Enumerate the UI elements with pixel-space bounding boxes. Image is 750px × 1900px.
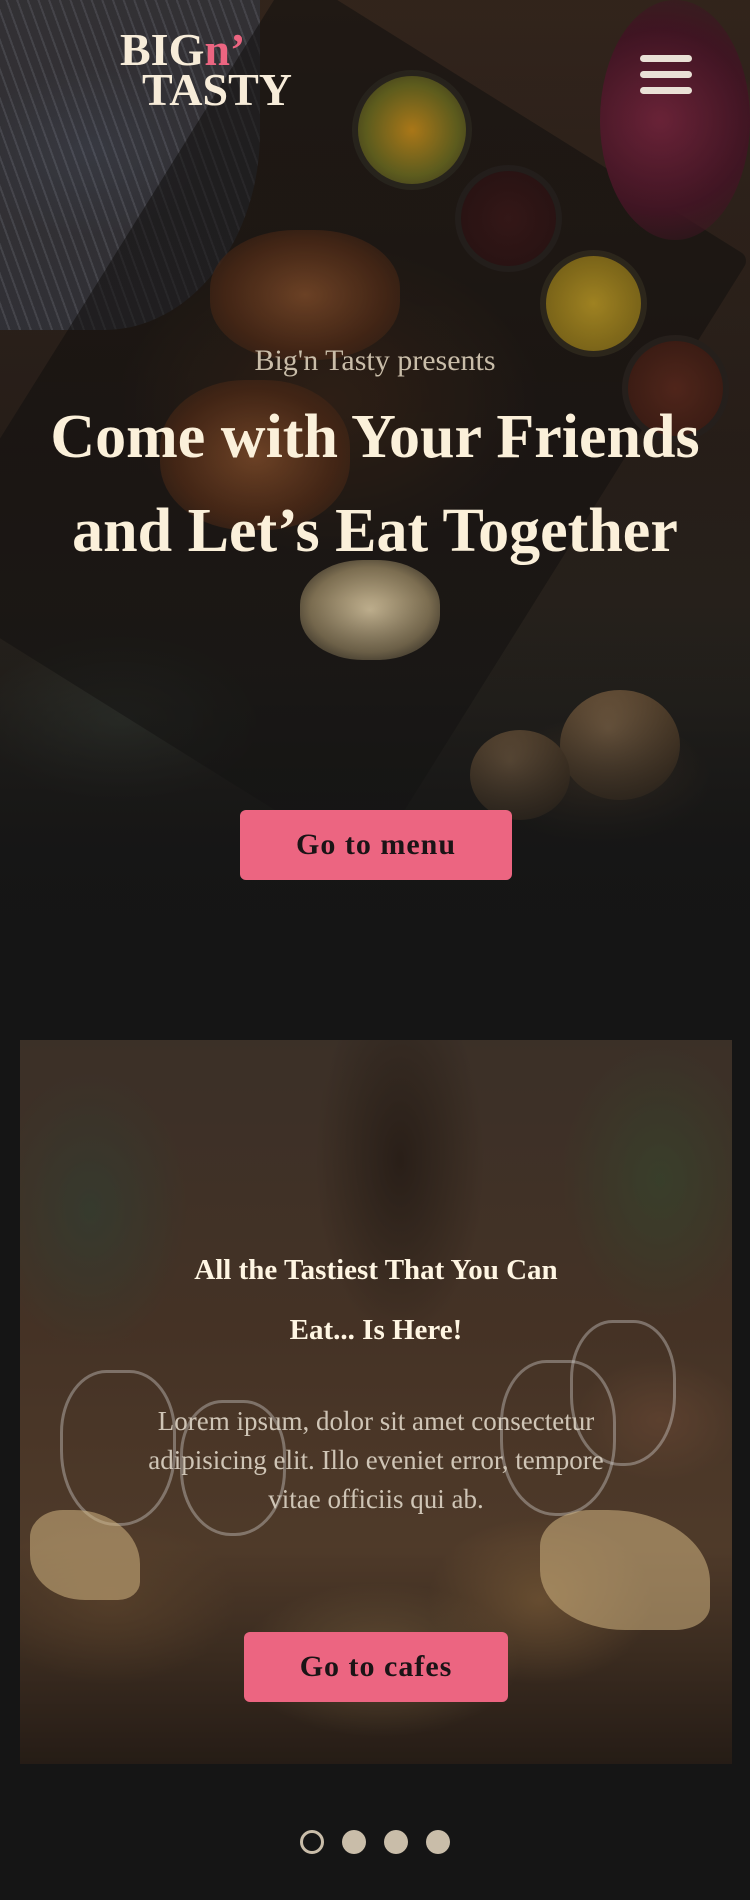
brand-logo[interactable]: BIGn’ TASTY [120, 27, 320, 115]
menu-bar [640, 55, 692, 62]
cafe-title-line-1: All the Tastiest That You Can [194, 1254, 558, 1286]
cafe-title-line-2: Eat... Is Here! [289, 1314, 463, 1346]
bread-bun-image [470, 730, 570, 820]
hero-title-line-2: and Let’s Eat Together [72, 497, 678, 565]
menu-bar [640, 87, 692, 94]
cafe-slide: All the Tastiest That You Can Eat... Is … [20, 1040, 732, 1764]
go-to-cafes-button[interactable]: Go to cafes [244, 1632, 508, 1702]
carousel-dot-2[interactable] [342, 1830, 366, 1854]
hero-title: Come with Your Friends and Let’s Eat Tog… [0, 390, 750, 578]
hero-title-line-1: Come with Your Friends [50, 403, 700, 471]
bread-bun-image [560, 690, 680, 800]
carousel-dot-1[interactable] [300, 1830, 324, 1854]
logo-text-tasty: TASTY [142, 64, 292, 115]
menu-bar [640, 71, 692, 78]
go-to-menu-button[interactable]: Go to menu [240, 810, 512, 880]
carousel-dot-3[interactable] [384, 1830, 408, 1854]
hamburger-menu-icon[interactable] [640, 55, 692, 101]
grapes-image [600, 0, 750, 240]
sauce-bowl-image [352, 70, 472, 190]
carousel-pagination [300, 1830, 460, 1856]
cafe-title: All the Tastiest That You Can Eat... Is … [120, 1240, 632, 1360]
napkin-image [540, 1510, 710, 1630]
cafe-description: Lorem ipsum, dolor sit amet consectetur … [148, 1406, 604, 1514]
sauce-bowl-image [455, 165, 562, 272]
carousel-dot-4[interactable] [426, 1830, 450, 1854]
grilled-meat-image [210, 230, 400, 360]
sauce-bowl-image [540, 250, 647, 357]
hero-subtitle: Big'n Tasty presents [254, 344, 496, 377]
